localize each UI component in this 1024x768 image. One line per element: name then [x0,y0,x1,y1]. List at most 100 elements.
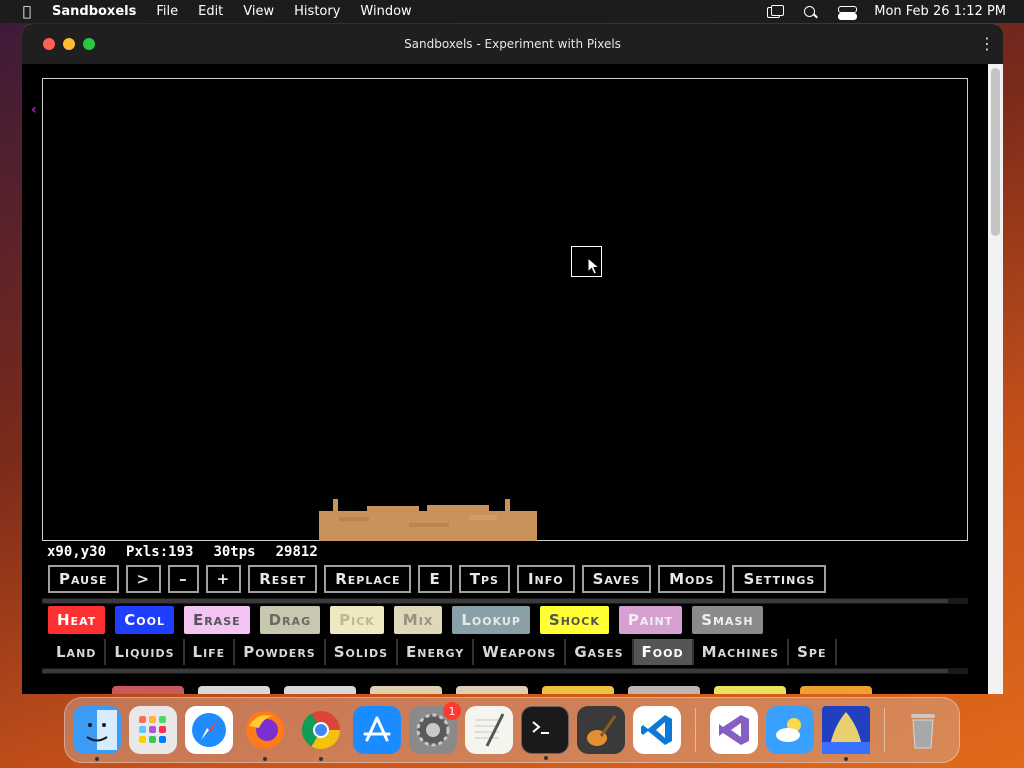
replace-button[interactable]: Replace [324,565,412,593]
vscode-icon[interactable] [633,706,681,754]
menu-file[interactable]: File [156,4,178,19]
tool-shock[interactable]: Shock [539,606,609,634]
tps-readout: 30tps [213,544,256,560]
menu-view[interactable]: View [243,4,274,19]
step-button[interactable]: > [125,565,162,593]
chrome-icon[interactable] [297,706,345,761]
element-button[interactable] [112,686,184,694]
element-button[interactable] [714,686,786,694]
spotlight-search-icon[interactable] [802,5,820,19]
controls-scrollbar[interactable] [42,598,968,604]
sand-pile [319,499,537,541]
window-minimize-button[interactable] [63,38,75,50]
settings-button[interactable]: Settings [732,565,827,593]
categories-scroll-thumb[interactable] [42,669,948,673]
tool-smash[interactable]: Smash [692,606,763,634]
menu-edit[interactable]: Edit [198,4,223,19]
running-indicator [95,757,99,761]
menu-bar:  Sandboxels File Edit View History Wind… [0,0,1024,23]
terminal-icon[interactable] [521,706,569,760]
tab-gases[interactable]: Gases [566,639,634,665]
element-button[interactable] [800,686,872,694]
launchpad-icon[interactable] [129,706,177,754]
category-tabs: Land Liquids Life Powders Solids Energy … [48,639,968,665]
tab-food[interactable]: Food [633,639,694,665]
sand-step-right [427,505,489,512]
mods-button[interactable]: Mods [658,565,726,593]
running-indicator [263,757,267,761]
dock: 1 [64,697,960,763]
window-title: Sandboxels - Experiment with Pixels [404,37,621,51]
trash-icon[interactable] [899,706,947,754]
finder-icon[interactable] [73,706,121,761]
textedit-icon[interactable] [465,706,513,754]
info-button[interactable]: Info [516,565,575,593]
tab-land[interactable]: Land [48,639,107,665]
menu-history[interactable]: History [294,4,340,19]
page-scrollbar[interactable] [988,64,1003,694]
e-button[interactable]: E [418,565,452,593]
running-indicator [844,757,848,761]
firefox-icon[interactable] [241,706,289,761]
window-close-button[interactable] [43,38,55,50]
dock-separator [695,708,696,752]
categories-scrollbar[interactable] [42,668,968,674]
tool-paint[interactable]: Paint [618,606,683,634]
menu-clock[interactable]: Mon Feb 26 1:12 PM [874,4,1006,19]
sand-shade-1 [339,517,369,521]
sand-shade-3 [469,515,497,520]
tab-liquids[interactable]: Liquids [106,639,185,665]
element-button[interactable] [456,686,528,694]
tool-pick[interactable]: Pick [330,606,384,634]
element-button[interactable] [370,686,442,694]
screen-mirroring-icon[interactable] [766,4,785,19]
sand-bump-left [333,499,338,511]
tab-energy[interactable]: Energy [398,639,475,665]
game-page: ‹ x90,y30 Pxls:193 30tps 29812 Pause > –… [22,64,988,694]
control-center-icon[interactable] [838,5,858,20]
garageband-icon[interactable] [577,706,625,754]
tool-heat[interactable]: Heat [48,606,106,634]
tick-counter: 29812 [275,544,318,560]
control-buttons-row: Pause > – + Reset Replace E Tps Info Sav… [48,565,827,593]
tool-lookup[interactable]: Lookup [452,606,530,634]
tab-solids[interactable]: Solids [325,639,399,665]
tab-special[interactable]: Spe [789,639,837,665]
size-increase-button[interactable]: + [205,565,242,593]
element-button[interactable] [542,686,614,694]
running-indicator [319,757,323,761]
tool-cool[interactable]: Cool [115,606,174,634]
element-button[interactable] [198,686,270,694]
system-settings-icon[interactable]: 1 [409,702,461,754]
tool-mix[interactable]: Mix [393,606,443,634]
tps-button[interactable]: Tps [458,565,510,593]
menu-app-name[interactable]: Sandboxels [52,4,136,19]
element-button[interactable] [284,686,356,694]
page-scroll-thumb[interactable] [991,68,1000,236]
sandboxels-app-icon[interactable] [822,706,870,761]
apple-icon[interactable]:  [16,4,38,20]
tab-life[interactable]: Life [184,639,236,665]
tool-drag[interactable]: Drag [259,606,321,634]
window-maximize-button[interactable] [83,38,95,50]
more-options-icon[interactable]: ⋮ [979,34,995,53]
menu-window[interactable]: Window [360,4,411,19]
tab-machines[interactable]: Machines [693,639,790,665]
visual-studio-icon[interactable] [710,706,758,754]
controls-scroll-thumb[interactable] [42,599,948,603]
pause-button[interactable]: Pause [48,565,119,593]
back-chevron-icon[interactable]: ‹ [31,102,37,118]
cursor-coords: x90,y30 [47,544,107,560]
tool-erase[interactable]: Erase [183,606,250,634]
size-decrease-button[interactable]: – [168,565,199,593]
weather-icon[interactable] [766,706,814,754]
reset-button[interactable]: Reset [248,565,318,593]
tab-weapons[interactable]: Weapons [474,639,567,665]
tab-powders[interactable]: Powders [235,639,326,665]
saves-button[interactable]: Saves [581,565,652,593]
app-store-icon[interactable] [353,706,401,754]
safari-icon[interactable] [185,706,233,754]
element-button[interactable] [628,686,700,694]
game-canvas[interactable] [42,78,968,541]
stats-bar: x90,y30 Pxls:193 30tps 29812 [47,544,318,560]
